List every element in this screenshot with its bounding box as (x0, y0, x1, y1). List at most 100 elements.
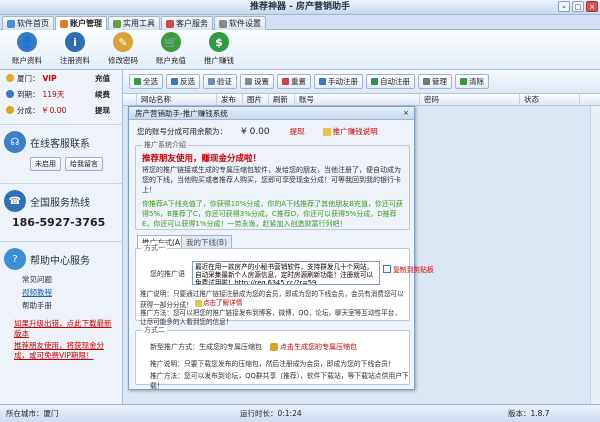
intro-description: 将您的推广链接或生成的专属压缩包软件，发给您的朋友，当他注册了，便自动成为您的下… (142, 166, 401, 194)
home-icon (7, 19, 15, 28)
tab-account[interactable]: 账户管理 (55, 16, 107, 30)
promote-button[interactable]: $ 推广赚钱 (200, 30, 238, 68)
learn-more-link[interactable]: 点击了解详情 (194, 299, 242, 308)
gear-icon (219, 19, 227, 28)
check-icon (134, 78, 141, 85)
select-all-button[interactable]: 全选 (129, 74, 163, 89)
commission-description: 你推荐A下线充值了，你获得10%分成，你的A下线推荐了其他朋友B充值，你还可获得… (142, 200, 403, 228)
col-account[interactable]: 账号 (295, 94, 420, 105)
window-controls: – □ × (558, 1, 598, 12)
document-icon (194, 300, 202, 307)
register-info-button[interactable]: i 注册资料 (56, 30, 94, 68)
grid-check-col[interactable] (123, 94, 137, 105)
document-icon (322, 127, 331, 136)
method-two-desc: 推广说明：只要下载您发布的压缩包，然后注册成为会员，即成为您的下线会员！ (150, 360, 395, 368)
auto-icon (371, 78, 378, 85)
help-center: ? 帮助中心服务 常见问题 视频教程 帮助手册 (0, 241, 122, 318)
dollar-icon: $ (209, 32, 229, 52)
package-icon (270, 343, 278, 351)
left-panel: 厦门： VIP 充值 到期： 119天 续费 分成： ¥ 0.00 提现 ☊ 在线客服联系 未… (0, 70, 123, 404)
account-icon (60, 19, 68, 28)
recharge-link[interactable]: 充值 (95, 73, 110, 84)
tools-icon (113, 19, 121, 28)
window-title: 推荐神器 - 房产营销助手 (249, 2, 350, 12)
coin-icon (6, 106, 14, 114)
status-city: 所在城市：厦门 (6, 409, 59, 418)
col-publish[interactable]: 发布 (217, 94, 243, 105)
copy-clipboard-button[interactable]: 复制到剪贴板 (383, 264, 434, 274)
dialog-close-icon[interactable]: × (401, 108, 411, 118)
col-password[interactable]: 密码 (420, 94, 520, 105)
close-icon[interactable]: × (586, 1, 598, 12)
invert-select-button[interactable]: 反选 (166, 74, 200, 89)
manual-icon (319, 78, 326, 85)
renew-link[interactable]: 续费 (95, 89, 110, 100)
not-enabled-button[interactable]: 未启用 (30, 157, 61, 171)
info-icon: i (65, 32, 85, 52)
method-two-group: 方式二 新型推广方式：生成您的专属压缩包 点击生成您的专属压缩包 推广说明：只要… (135, 325, 410, 390)
upgrade-promo-link[interactable]: 如果升级出错，点此下载最新版本 (0, 318, 122, 340)
status-version: 版本：1.8.7 (508, 409, 550, 418)
promote-explain-link[interactable]: 推广赚钱说明 (322, 126, 378, 137)
dialog-title-bar: 房产营销助手-推广赚钱系统 × (129, 107, 414, 120)
help-icon: ? (4, 248, 26, 270)
verify-button[interactable]: 验证 (203, 74, 237, 89)
maximize-icon[interactable]: □ (572, 1, 584, 12)
title-bar: 推荐神器 - 房产营销助手 – □ × (0, 0, 600, 15)
ribbon: 👤 账户资料 i 注册资料 ✎ 修改密码 🛒 账户充值 $ 推广赚钱 (0, 30, 600, 70)
pencil-icon: ✎ (113, 32, 133, 52)
generate-package-button[interactable]: 点击生成您的专属压缩包 (270, 342, 357, 352)
manage-icon (423, 78, 430, 85)
method-one-desc: 推广说明：只要通过推广链接注册成为您的会员，即成为您的下线会员，会员有消费您可以… (140, 290, 404, 309)
col-refresh[interactable]: 刷新 (269, 94, 295, 105)
balance-amount: ¥ 0.00 (241, 126, 270, 137)
settings-button[interactable]: 设置 (240, 74, 274, 89)
col-image[interactable]: 图片 (243, 94, 269, 105)
clear-icon (460, 78, 467, 85)
col-site-name[interactable]: 网站名称 (137, 94, 217, 105)
faq-link[interactable]: 常见问题 (4, 273, 118, 286)
change-password-button[interactable]: ✎ 修改密码 (104, 30, 142, 68)
minimize-icon[interactable]: – (558, 1, 570, 12)
account-info-button[interactable]: 👤 账户资料 (8, 30, 46, 68)
manual-register-button[interactable]: 手动注册 (314, 74, 363, 89)
referral-promo-link[interactable]: 推荐朋友使用，将获现金分成，或可免费VIP期限！ (0, 340, 122, 362)
auto-register-button[interactable]: 自动注册 (366, 74, 415, 89)
verify-icon (208, 78, 215, 85)
grid-scrollbar[interactable] (590, 106, 600, 404)
grid-header: 网站名称 发布 图片 刷新 账号 密码 状态 (123, 94, 600, 106)
help-manual-link[interactable]: 帮助手册 (4, 299, 118, 312)
promote-dialog: 房产营销助手-推广赚钱系统 × 您的账号分成可用余额为： ¥ 0.00 提现 推广… (128, 106, 434, 390)
tab-settings[interactable]: 软件设置 (214, 16, 266, 30)
tab-home[interactable]: 软件首页 (2, 16, 54, 30)
withdraw-link[interactable]: 提现 (95, 105, 110, 116)
method-one-method: 推广方法：您可以把您的推广链接发布到博客，微博，QQ，论坛，聊天室等互动性平台，… (140, 309, 401, 326)
reset-button[interactable]: 重置 (277, 74, 311, 89)
invert-icon (171, 78, 178, 85)
promo-link-textbox[interactable]: 最近在用一款房产的小秘书营销软件，支持群发几十个网站，自动采集最新个人房源信息，… (192, 261, 380, 285)
withdraw-button[interactable]: 提现 (290, 126, 305, 137)
reset-icon (282, 78, 289, 85)
manage-button[interactable]: 管理 (418, 74, 452, 89)
hotline: ☎ 全国服务热线 186-5927-3765 (0, 183, 122, 235)
clear-button[interactable]: 清除 (455, 74, 489, 89)
main-tabs: 软件首页 账户管理 实用工具 客户服务 软件设置 (0, 15, 600, 30)
tab-tools[interactable]: 实用工具 (108, 16, 160, 30)
phone-icon: ☎ (4, 190, 26, 212)
leave-message-button[interactable]: 给我留言 (65, 157, 103, 171)
user-icon: 👤 (17, 32, 37, 52)
video-tutorial-link[interactable]: 视频教程 (4, 286, 118, 299)
clock-icon (6, 90, 14, 98)
recharge-button[interactable]: 🛒 账户充值 (152, 30, 190, 68)
headset-icon: ☊ (4, 131, 26, 153)
online-service: ☊ 在线客服联系 未启用 给我留言 (0, 124, 122, 177)
toolbar: 全选 反选 验证 设置 重置 手动注册 自动注册 管理 清除 (123, 70, 600, 94)
col-status[interactable]: 状态 (520, 94, 580, 105)
gear-icon (245, 78, 252, 85)
city-row: 厦门： VIP 充值 (0, 70, 122, 86)
tab-my-downline[interactable]: 我的下线(B) (181, 235, 232, 249)
location-icon (6, 74, 14, 82)
method-two-method: 推广方法：您可以发布到论坛，QQ群共享（推荐），软件下载站，等下载站点供用户下载… (150, 372, 409, 390)
tab-service[interactable]: 客户服务 (161, 16, 213, 30)
copy-icon (383, 265, 391, 273)
